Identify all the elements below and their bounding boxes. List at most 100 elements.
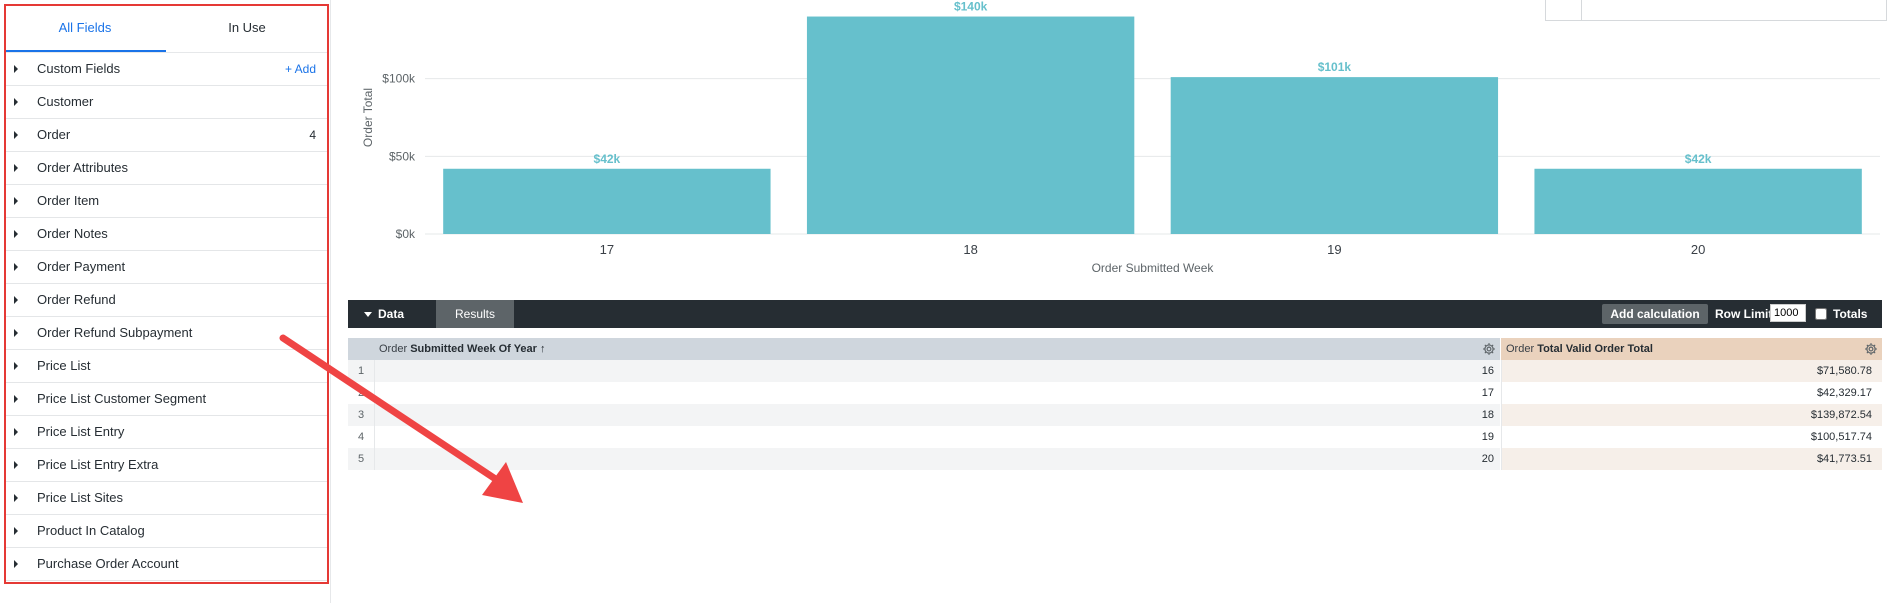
table-header: Order Submitted Week Of Year ↑ Order Tot… [348,338,1882,360]
field-group-row[interactable]: Price List Entry Extra [4,449,328,482]
measure-column-header[interactable]: Order Total Valid Order Total [1501,338,1882,360]
field-group-row[interactable]: Order Payment [4,251,328,284]
field-group-label: Order Item [37,193,100,208]
data-label: $42k [1685,152,1712,166]
data-label: $42k [594,152,621,166]
x-tick-label: 20 [1691,242,1705,257]
order-total-cell[interactable]: $42,329.17 [1501,382,1882,404]
caret-right-icon [14,494,18,502]
week-cell[interactable]: 19 [374,426,1500,448]
field-group-row[interactable]: Order Refund [4,284,328,317]
row-index: 3 [348,404,374,426]
caret-right-icon [14,560,18,568]
table-row: 2 17 $42,329.17 [348,382,1882,404]
caret-right-icon [14,296,18,304]
row-limit-label: Row Limit [1715,307,1773,321]
field-group-row[interactable]: Price List Entry [4,416,328,449]
order-total-cell[interactable]: $139,872.54 [1501,404,1882,426]
order-total-cell[interactable]: $71,580.78 [1501,360,1882,382]
field-picker-tabs: All Fields In Use [4,4,328,53]
field-group-row[interactable]: Custom Fields + Add [4,53,328,86]
dimension-column-header[interactable]: Order Submitted Week Of Year ↑ [374,338,1500,360]
field-group-label: Custom Fields [37,61,121,76]
y-tick-label: $100k [382,72,416,86]
bar-chart: $0k $50k $100k Order Total $42k 17 $140k 18 $101… [345,0,1885,285]
field-group-label: Customer [37,94,94,109]
caret-right-icon [14,461,18,469]
tab-all-fields[interactable]: All Fields [4,4,166,52]
totals-checkbox[interactable] [1815,308,1827,320]
field-group-row[interactable]: Order Notes [4,218,328,251]
field-group-label: Price List Customer Segment [37,391,207,406]
field-group-row[interactable]: Price List [4,350,328,383]
caret-right-icon [14,197,18,205]
y-tick-label: $0k [396,227,416,241]
gear-icon[interactable] [1864,342,1878,356]
bar [443,168,771,234]
caret-right-icon [14,131,18,139]
add-calculation-button[interactable]: Add calculation [1602,304,1708,324]
field-list: Custom Fields + Add Customer Order 4 Order At… [4,53,328,581]
dimension-field-name: Submitted Week Of Year [410,343,537,355]
sort-ascending-icon: ↑ [540,343,546,355]
field-group-label: Order Notes [37,226,108,241]
results-tab[interactable]: Results [436,300,514,328]
order-total-cell[interactable]: $100,517.74 [1501,426,1882,448]
caret-right-icon [14,164,18,172]
bar-chart-svg: $0k $50k $100k Order Total $42k 17 $140k 18 $101… [361,0,1880,275]
totals-label: Totals [1833,307,1868,321]
field-picker-sidebar: All Fields In Use Custom Fields + Add Cust… [0,0,331,603]
results-table: Order Submitted Week Of Year ↑ Order Tot… [348,338,1882,470]
bar [1534,168,1862,234]
x-axis-title: Order Submitted Week [1092,261,1215,275]
field-group-label: Price List Entry Extra [37,457,159,472]
add-custom-field-button[interactable]: + Add [285,53,316,85]
caret-right-icon [14,98,18,106]
field-group-row[interactable]: Order Item [4,185,328,218]
table-row: 4 19 $100,517.74 [348,426,1882,448]
week-cell[interactable]: 18 [374,404,1500,426]
data-tab-label: Data [378,307,405,321]
field-group-row[interactable]: Price List Sites [4,482,328,515]
index-header [348,338,374,360]
caret-right-icon [14,230,18,238]
dimension-view-name: Order [379,343,408,355]
caret-right-icon [14,395,18,403]
field-group-label: Price List Sites [37,490,123,505]
field-group-row[interactable]: Purchase Order Account [4,548,328,581]
y-axis-title: Order Total [361,88,375,147]
field-group-row[interactable]: Price List Customer Segment [4,383,328,416]
table-row: 5 20 $41,773.51 [348,448,1882,470]
field-group-row[interactable]: Customer [4,86,328,119]
field-group-label: Price List [37,358,91,373]
caret-right-icon [14,329,18,337]
field-group-label: Product In Catalog [37,523,145,538]
data-tab[interactable]: Data [348,300,436,328]
order-total-cell[interactable]: $41,773.51 [1501,448,1882,470]
field-group-label: Purchase Order Account [37,556,179,571]
measure-field-name: Total Valid Order Total [1537,343,1653,355]
collapse-triangle-icon [364,312,372,318]
field-group-row[interactable]: Order Attributes [4,152,328,185]
caret-right-icon [14,428,18,436]
week-cell[interactable]: 16 [374,360,1500,382]
x-tick-label: 17 [600,242,614,257]
measure-view-name: Order [1506,343,1535,355]
x-tick-label: 19 [1327,242,1341,257]
field-group-row[interactable]: Order 4 [4,119,328,152]
caret-right-icon [14,65,18,73]
gear-icon[interactable] [1482,342,1496,356]
field-group-label: Price List Entry [37,424,125,439]
row-index: 1 [348,360,374,382]
week-cell[interactable]: 20 [374,448,1500,470]
field-group-row[interactable]: Product In Catalog [4,515,328,548]
week-cell[interactable]: 17 [374,382,1500,404]
row-limit-input[interactable] [1770,304,1806,322]
caret-right-icon [14,362,18,370]
data-label: $140k [954,0,988,14]
x-tick-label: 18 [963,242,977,257]
y-tick-label: $50k [389,149,416,163]
field-group-row[interactable]: Order Refund Subpayment [4,317,328,350]
tab-in-use[interactable]: In Use [166,4,328,52]
caret-right-icon [14,527,18,535]
